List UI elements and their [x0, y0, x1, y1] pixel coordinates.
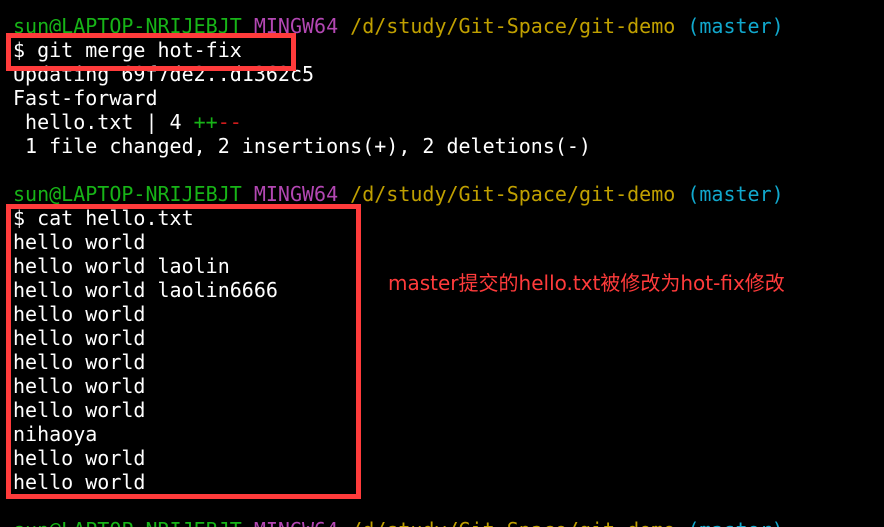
highlight-box-cat-output: [6, 204, 361, 499]
annotation-text: master提交的hello.txt被修改为hot-fix修改: [388, 271, 785, 295]
prompt-env: MINGW64: [253, 182, 339, 206]
prompt-user-host: sun@LAPTOP-NRIJEBJT: [13, 182, 242, 206]
terminal-window[interactable]: sun@LAPTOP-NRIJEBJT MINGW64 /d/study/Git…: [0, 0, 884, 527]
prompt-path: /d/study/Git-Space/git-demo: [350, 518, 675, 527]
prompt-env: MINGW64: [254, 518, 338, 527]
merge-stat-minus: --: [217, 110, 242, 134]
merge-stat-line: hello.txt | 4 ++--: [13, 110, 784, 134]
prompt-branch: (master): [687, 518, 783, 527]
merge-summary: 1 file changed, 2 insertions(+), 2 delet…: [13, 134, 591, 158]
prompt-path: /d/study/Git-Space/git-demo: [350, 182, 676, 206]
prompt-path: /d/study/Git-Space/git-demo: [350, 14, 676, 38]
merge-stat-file: hello.txt | 4: [13, 110, 194, 134]
prompt-branch: (master): [687, 14, 784, 38]
prompt-branch: (master): [687, 182, 784, 206]
prompt-line: sun@LAPTOP-NRIJEBJT MINGW64 /d/study/Git…: [13, 182, 784, 206]
highlight-box-merge-command: [6, 33, 296, 71]
merge-fast-forward: Fast-forward: [13, 86, 158, 110]
prompt-line: sun@LAPTOP-NRIJEBJT MINGW64 /d/study/Git…: [13, 518, 784, 527]
prompt-user-host: sun@LAPTOP-NRIJEBJT: [13, 518, 242, 527]
merge-stat-plus: ++: [193, 110, 218, 134]
